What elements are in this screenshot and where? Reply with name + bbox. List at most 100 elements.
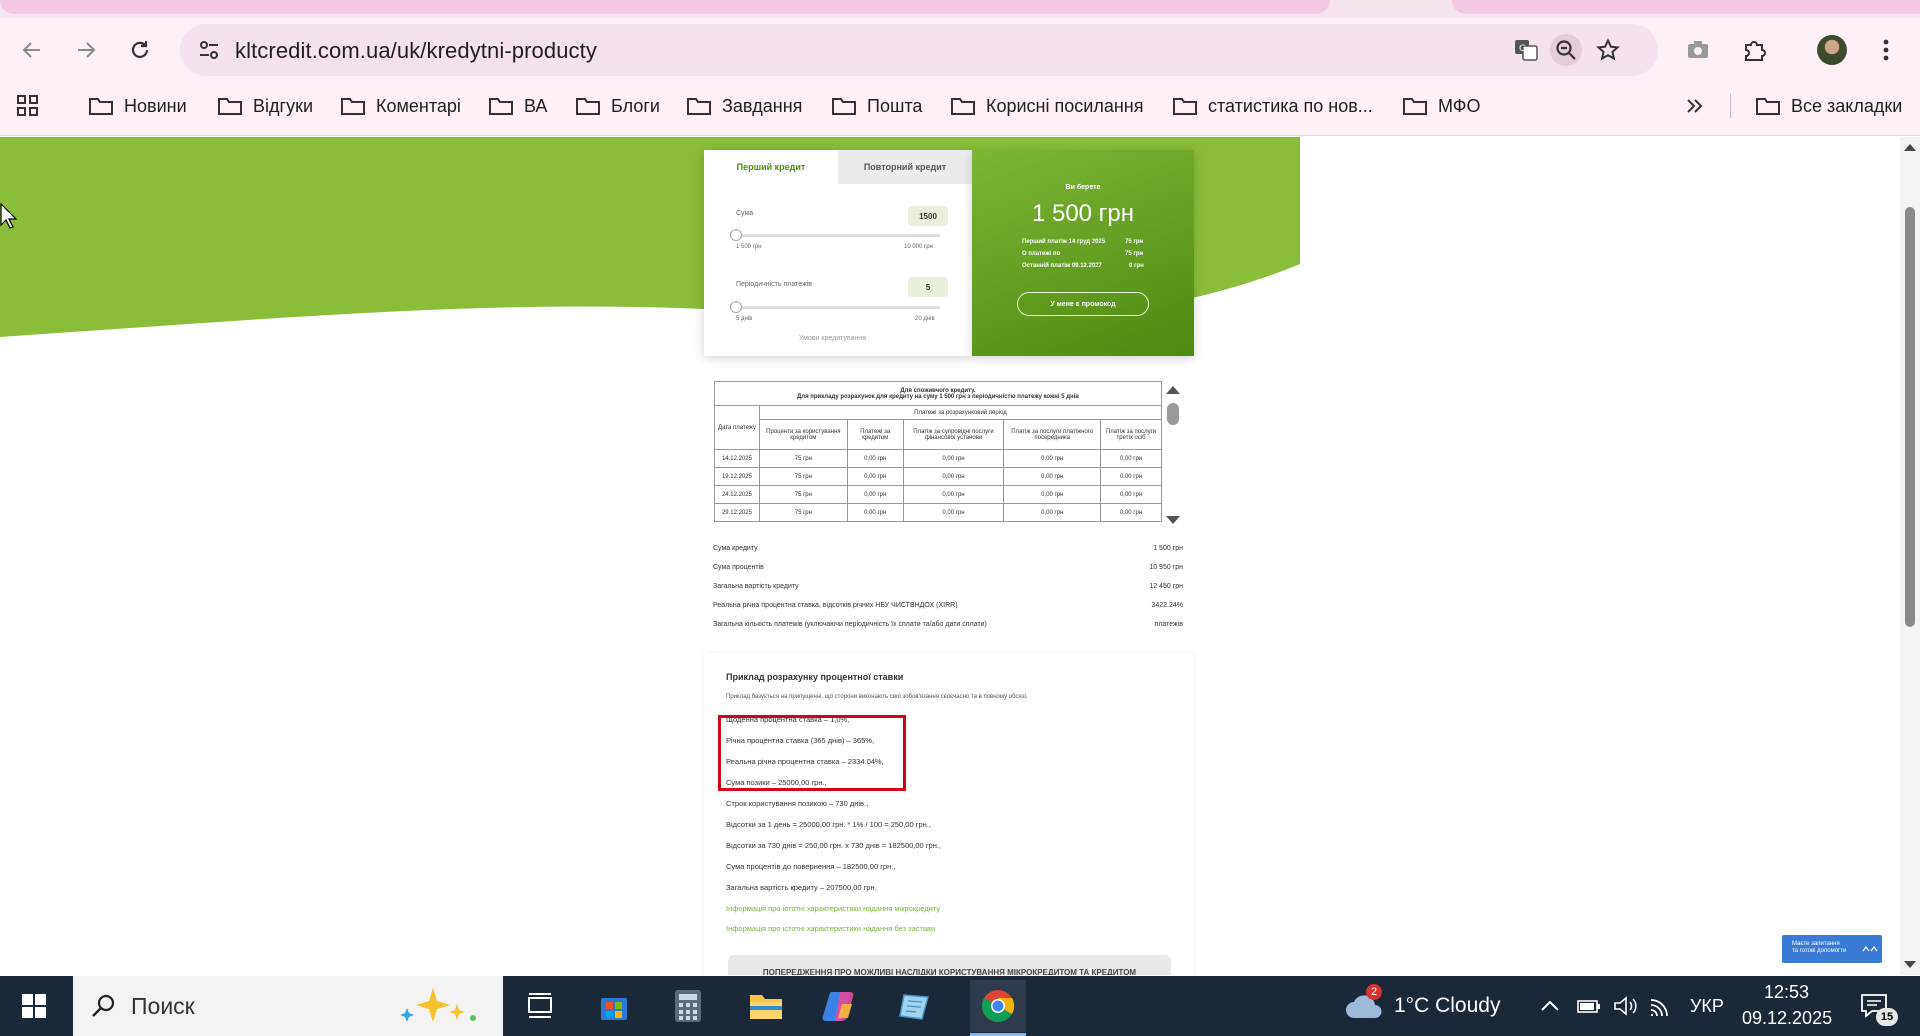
start-button[interactable] xyxy=(12,984,56,1028)
scroll-up-arrow-icon[interactable] xyxy=(1903,143,1917,152)
sum-value-input[interactable]: 1500 xyxy=(908,206,948,226)
windows-taskbar: Поиск 2 1°C Cloudy УКР 12:53 09.12.2025 … xyxy=(0,976,1920,1036)
translate-icon[interactable]: G xyxy=(1510,34,1542,66)
back-button[interactable] xyxy=(14,32,50,68)
scroll-down-icon[interactable] xyxy=(1165,515,1181,525)
folder-icon xyxy=(89,98,113,115)
bookmark-item[interactable]: Блоги xyxy=(575,88,660,124)
promo-code-button[interactable]: У мене є промокод xyxy=(1017,292,1149,316)
active-tab[interactable] xyxy=(0,0,1330,14)
bookmark-item[interactable]: Коментарі xyxy=(340,88,461,124)
copilot-app[interactable] xyxy=(818,984,862,1028)
bookmark-item[interactable]: МФО xyxy=(1402,88,1480,124)
reload-button[interactable] xyxy=(122,32,158,68)
example-intro: Приклад базується на припущенні, що стор… xyxy=(726,694,1028,700)
you-take-label: Ви берете xyxy=(1065,184,1101,191)
profile-avatar[interactable] xyxy=(1814,32,1850,68)
extensions-button[interactable] xyxy=(1736,32,1772,68)
no-collateral-info-link[interactable]: Інформація про істотні характеристики на… xyxy=(726,924,935,933)
table-cell: 19.12.2025 xyxy=(714,467,760,486)
scroll-up-icon[interactable] xyxy=(1165,385,1181,395)
volume-icon[interactable] xyxy=(1612,994,1638,1018)
other-tab[interactable] xyxy=(1452,0,1920,14)
period-slider-handle[interactable] xyxy=(730,301,742,313)
all-bookmarks-button[interactable]: Все закладки xyxy=(1755,88,1902,124)
period-slider-track[interactable] xyxy=(736,306,940,309)
scroll-down-arrow-icon[interactable] xyxy=(1903,960,1917,969)
reload-icon xyxy=(131,41,149,58)
notifications-button[interactable]: 15 xyxy=(1852,984,1898,1028)
result-card: Ви берете 1 500 грн Перший платіж 14 гру… xyxy=(972,150,1194,356)
menu-button[interactable] xyxy=(1868,32,1904,68)
bookmark-label: ВА xyxy=(524,95,548,116)
bookmark-item[interactable]: Пошта xyxy=(831,88,922,124)
task-view-button[interactable] xyxy=(518,984,562,1028)
bookmark-item[interactable]: Відгуки xyxy=(217,88,313,124)
forward-button[interactable] xyxy=(68,32,104,68)
taskbar-search[interactable]: Поиск xyxy=(73,976,503,1036)
folder-icon xyxy=(218,98,242,115)
table-scrollbar[interactable] xyxy=(1162,381,1184,529)
wifi-icon[interactable] xyxy=(1648,996,1674,1018)
zoom-icon[interactable] xyxy=(1550,34,1582,66)
tab-repeat-credit[interactable]: Повторний кредит xyxy=(838,150,972,184)
tab-strip xyxy=(0,0,1920,18)
search-icon xyxy=(92,994,115,1017)
chat-widget[interactable]: Маєте запитання та готові допомогти xyxy=(1782,935,1882,963)
payment-schedule: Для споживчого кредиту. Для прикладу розр… xyxy=(714,381,1184,529)
address-bar[interactable]: kltcredit.com.ua/uk/kredytni-producty G xyxy=(180,24,1658,76)
calculator-app[interactable] xyxy=(666,984,710,1028)
more-bookmarks-button[interactable] xyxy=(1684,88,1704,124)
bookmark-label: Блоги xyxy=(611,95,660,116)
tab-first-credit[interactable]: Перший кредит xyxy=(704,150,838,184)
sum-slider-handle[interactable] xyxy=(730,229,742,241)
bookmark-label: Відгуки xyxy=(253,95,314,116)
you-take-amount: 1 500 грн xyxy=(1031,200,1135,227)
summary-row: Сума процентів 10 950 грн xyxy=(713,564,1183,582)
file-explorer-app[interactable] xyxy=(744,984,788,1028)
weather-widget[interactable]: 2 xyxy=(1342,984,1386,1028)
bookmark-item[interactable]: ВА xyxy=(488,88,547,124)
apps-button[interactable] xyxy=(16,88,40,124)
summary-value: 1 500 грн xyxy=(1153,545,1183,552)
chrome-app[interactable] xyxy=(970,980,1026,1036)
table-cell: 14.12.2025 xyxy=(714,449,760,468)
bookmark-item[interactable]: Новини xyxy=(88,88,187,124)
page-scrollbar[interactable] xyxy=(1900,137,1920,975)
weather-text[interactable]: 1°C Cloudy xyxy=(1394,994,1500,1018)
svg-text:G: G xyxy=(1519,44,1526,54)
microcredit-info-link[interactable]: Інформація про істотні характеристики на… xyxy=(726,904,940,913)
col-header: Платіж за послуги третіх осіб xyxy=(1100,419,1162,450)
store-app[interactable] xyxy=(592,984,636,1028)
calculator-icon xyxy=(675,990,701,1022)
period-value-input[interactable]: 5 xyxy=(908,277,948,297)
site-settings-icon[interactable] xyxy=(198,40,220,60)
summary-label: Сума процентів xyxy=(713,564,764,571)
clock-date[interactable]: 09.12.2025 xyxy=(1742,1008,1832,1029)
bookmark-item[interactable]: статистика по нов... xyxy=(1172,88,1373,124)
summary-row: Сума кредиту 1 500 грн xyxy=(713,545,1183,563)
summary-row: Загальна вартість кредиту 12 450 грн xyxy=(713,583,1183,601)
weather-badge: 2 xyxy=(1366,984,1382,1000)
terms-link[interactable]: Умови кредитування xyxy=(799,335,866,342)
chevron-up-icon[interactable] xyxy=(1540,1000,1560,1012)
notepad-app[interactable] xyxy=(893,984,937,1028)
scrollbar-thumb[interactable] xyxy=(1905,207,1915,627)
table-scroll-thumb[interactable] xyxy=(1167,403,1179,425)
screenshot-button[interactable] xyxy=(1680,32,1716,68)
battery-icon[interactable] xyxy=(1576,996,1602,1016)
summary-value: платежів xyxy=(1154,621,1183,628)
bookmark-item[interactable]: Завдання xyxy=(686,88,802,124)
first-payment-label: Перший платіж 14 груд 2025 xyxy=(1022,239,1106,245)
folder-icon xyxy=(832,98,856,115)
example-line: Відсотки за 1 день = 25000,00 грн. * 1% … xyxy=(726,820,931,829)
sum-slider-track[interactable] xyxy=(736,234,940,237)
language-indicator[interactable]: УКР xyxy=(1690,996,1724,1017)
col-header: Проценти за користування кредитом xyxy=(758,419,848,450)
clock-time[interactable]: 12:53 xyxy=(1764,982,1809,1003)
url-text[interactable]: kltcredit.com.ua/uk/kredytni-producty xyxy=(235,38,597,64)
warning-banner[interactable]: ПОПЕРЕДЖЕННЯ ПРО МОЖЛИВІ НАСЛІДКИ КОРИСТ… xyxy=(728,955,1171,975)
bookmark-star-icon[interactable] xyxy=(1592,34,1624,66)
folder-icon xyxy=(341,98,365,115)
bookmark-item[interactable]: Корисні посилання xyxy=(950,88,1143,124)
